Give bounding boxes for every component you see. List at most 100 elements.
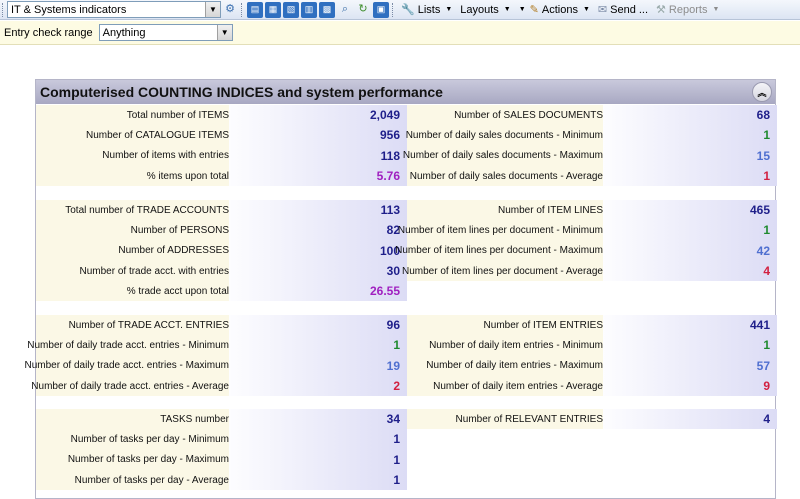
reports-menu-button[interactable]: ⚒ Reports ▼ (652, 1, 723, 19)
calendar-icon[interactable]: ▥ (301, 1, 317, 18)
indicator-value: 4 (763, 412, 770, 427)
indicator-label: Number of SALES DOCUMENTS (454, 109, 603, 121)
indicator-value: 57 (756, 358, 770, 373)
indicator-label: TASKS number (160, 413, 229, 425)
indicator-column-right: Number of ITEM LINES 465 Number of item li… (395, 200, 777, 282)
indicator-column-right: Number of ITEM ENTRIES 441 Number of daily… (407, 315, 777, 397)
indicator-value: 118 (380, 148, 400, 163)
indicator-value: 465 (749, 203, 770, 218)
indicator-row: Number of daily sales documents - Maximu… (402, 145, 777, 166)
toolbar-grip (241, 2, 244, 17)
indicator-row: Number of item lines per document - Aver… (402, 260, 777, 282)
panel-header: Computerised COUNTING INDICES and system… (36, 80, 775, 104)
indicator-row: Number of PERSONS 82 (36, 220, 407, 241)
layouts-menu-button[interactable]: Layouts ▼ (456, 1, 514, 19)
indicator-value: 100 (379, 243, 400, 258)
indicator-row: Number of ITEM ENTRIES 441 (407, 315, 777, 336)
entry-check-range-value: Anything (102, 26, 146, 39)
indicator-label: Number of tasks per day - Average (74, 474, 229, 486)
indicator-value: 2,049 (369, 108, 400, 123)
grid-view-icon[interactable]: ▩ (319, 1, 335, 18)
filter-bar: Entry check range Anything ▼ (0, 21, 800, 45)
indicator-row: Number of items with entries 118 (36, 145, 407, 166)
indicator-row: % trade acct upon total 26.55 (36, 281, 407, 302)
reports-icon: ⚒ (656, 4, 666, 16)
indicator-value: 15 (756, 148, 770, 163)
new-record-icon[interactable]: ▤ (247, 1, 263, 18)
indicator-row: Number of ITEM LINES 465 (407, 200, 777, 221)
indicator-row: Number of item lines per document - Mini… (397, 220, 777, 241)
indicator-label: Number of ADDRESSES (118, 245, 229, 257)
indicator-label: Number of PERSONS (130, 224, 229, 236)
indicator-label: Number of CATALOGUE ITEMS (86, 129, 229, 141)
indicator-row: Number of daily item entries - Average 9 (407, 375, 777, 397)
edit-record-icon[interactable]: ▦ (265, 1, 281, 18)
collapse-chevrons-icon[interactable]: ︽ (752, 82, 772, 102)
actions-menu-button[interactable]: ▼ ✎ Actions ▼ (515, 1, 594, 19)
indicator-label: Number of TRADE ACCT. ENTRIES (68, 319, 229, 331)
toolbar-grip[interactable] (2, 2, 5, 17)
send-icon: ✉ (597, 4, 608, 16)
indicator-row: Number of tasks per day - Minimum 1 (36, 429, 407, 450)
filter-settings-icon[interactable]: ⚙ (222, 2, 238, 18)
indicator-row: Number of ADDRESSES 100 (36, 240, 407, 261)
indicator-value: 42 (756, 243, 770, 258)
indicator-row: Total number of TRADE ACCOUNTS 113 (36, 200, 407, 221)
indicator-label: Total number of TRADE ACCOUNTS (65, 204, 229, 216)
print-preview-icon[interactable]: ▣ (373, 1, 389, 18)
layouts-label: Layouts (460, 3, 499, 16)
indicator-row: Number of tasks per day - Average 1 (36, 469, 407, 491)
actions-label: Actions (541, 3, 578, 16)
entry-check-range-select[interactable]: Anything ▼ (98, 24, 233, 41)
chevron-down-icon[interactable]: ▼ (205, 2, 220, 17)
counting-indices-panel: Computerised COUNTING INDICES and system… (24, 79, 777, 499)
duplicate-record-icon[interactable]: ▧ (283, 1, 299, 18)
indicator-value: 82 (386, 223, 400, 238)
indicator-label: Number of daily sales documents - Averag… (409, 170, 603, 182)
indicator-row: Number of daily trade acct. entries - Ma… (24, 355, 407, 376)
indicator-row: Number of RELEVANT ENTRIES 4 (407, 409, 777, 430)
chevron-down-icon: ▼ (518, 6, 526, 13)
indicator-label: % trade acct upon total (126, 285, 229, 297)
indicator-value: 30 (386, 264, 400, 279)
view-selector[interactable]: IT & Systems indicators ▼ (7, 1, 221, 18)
indicator-row: Number of TRADE ACCT. ENTRIES 96 (36, 315, 407, 336)
indicator-row: Number of daily sales documents - Minimu… (406, 125, 777, 146)
indicator-label: % items upon total (146, 170, 229, 182)
chevron-down-icon: ▼ (445, 6, 453, 13)
send-button[interactable]: ✉ Send ... (594, 1, 652, 19)
indicator-value: 1 (763, 169, 770, 184)
indicator-row: Number of daily trade acct. entries - Av… (31, 375, 407, 397)
indicator-row: Number of daily item entries - Minimum 1 (407, 335, 777, 356)
indicator-label: Number of item lines per document - Mini… (397, 224, 603, 236)
chevron-down-icon: ▼ (712, 6, 720, 13)
indicator-value: 1 (393, 338, 400, 353)
indicator-row: % items upon total 5.76 (36, 165, 407, 187)
reports-label: Reports (668, 3, 708, 16)
indicator-value: 113 (380, 203, 400, 218)
indicator-value: 26.55 (369, 284, 400, 299)
lists-label: Lists (417, 3, 441, 16)
lists-icon: 🔧 (401, 4, 415, 16)
indicator-column-left: Total number of TRADE ACCOUNTS 113 Number … (36, 200, 407, 302)
indicator-label: Number of daily item entries - Minimum (429, 339, 603, 351)
chevron-down-icon[interactable]: ▼ (216, 25, 232, 40)
indicator-label: Number of RELEVANT ENTRIES (455, 413, 603, 425)
refresh-icon[interactable]: ↻ (355, 2, 371, 18)
send-label: Send ... (610, 3, 649, 16)
toolbar-grip (392, 2, 395, 17)
indicator-label: Number of tasks per day - Minimum (70, 433, 229, 445)
indicator-value: 9 (763, 379, 770, 394)
indicator-row: Number of tasks per day - Maximum 1 (36, 449, 407, 470)
lists-menu-button[interactable]: 🔧 Lists ▼ (397, 1, 456, 19)
search-icon[interactable]: ⌕ (337, 2, 353, 18)
indicator-label: Number of tasks per day - Maximum (67, 454, 229, 466)
indicator-label: Number of ITEM LINES (497, 204, 603, 216)
indicator-label: Number of items with entries (102, 150, 229, 162)
indicator-label: Total number of ITEMS (126, 109, 229, 121)
indicator-value: 1 (393, 452, 400, 467)
indicator-label: Number of daily trade acct. entries - Mi… (27, 339, 229, 351)
entry-check-range-label: Entry check range (4, 26, 93, 39)
indicator-value: 5.76 (376, 169, 400, 184)
indicator-label: Number of daily sales documents - Maximu… (402, 150, 603, 162)
